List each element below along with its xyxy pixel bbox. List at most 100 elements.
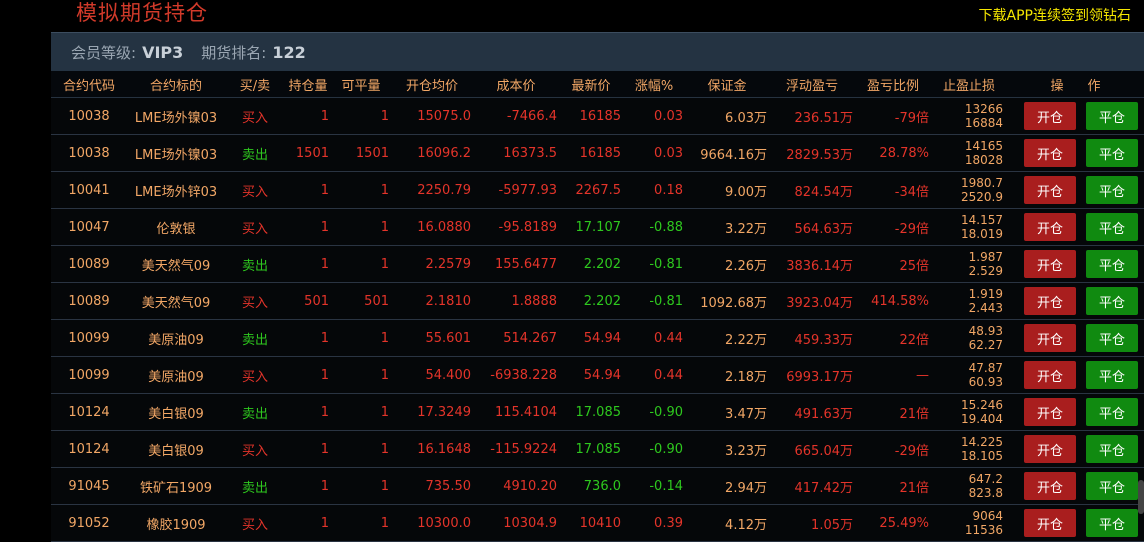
take-profit-value: 1.987: [968, 250, 1003, 264]
open-position-button[interactable]: 开仓: [1024, 139, 1076, 167]
cell-side: 买入: [241, 517, 268, 533]
open-position-button[interactable]: 开仓: [1024, 361, 1076, 389]
positions-table: 合约代码 合约标的 买/卖 持仓量 可平量 开仓均价 成本价 最新价 涨幅% 保…: [51, 71, 1144, 542]
cell-contract-name: 美原油09: [148, 369, 204, 385]
app-download-promo-link[interactable]: 下载APP连续签到领钻石: [979, 5, 1131, 25]
table-row: 91052 橡胶1909 买入 1 1 10300.0 10304.9 10410 0.39 4.…: [51, 505, 1144, 542]
close-position-button[interactable]: 平仓: [1086, 472, 1138, 500]
cell-tp-sl: 14.225 18.105: [931, 435, 1007, 463]
futures-rank-label: 期货排名:: [201, 44, 267, 62]
scrollbar[interactable]: [1138, 480, 1144, 514]
member-info-bar: 会员等级: VIP3 期货排名: 122: [51, 32, 1144, 72]
col-header-action-2: 作: [1087, 78, 1101, 94]
cell-side: 买入: [241, 295, 268, 311]
cell-margin: 6.03万: [725, 110, 767, 126]
cell-hold-qty: 1: [320, 108, 329, 124]
open-position-button[interactable]: 开仓: [1024, 176, 1076, 204]
cell-cost-price: -6938.228: [490, 367, 557, 383]
table-row: 10089 美天然气09 卖出 1 1 2.2579 155.6477 2.202 -0.81 2…: [51, 246, 1144, 283]
close-position-button[interactable]: 平仓: [1086, 361, 1138, 389]
open-position-button[interactable]: 开仓: [1024, 324, 1076, 352]
open-position-button[interactable]: 开仓: [1024, 472, 1076, 500]
open-position-button[interactable]: 开仓: [1024, 287, 1076, 315]
cell-side: 买入: [241, 184, 268, 200]
cell-last-price: 2.202: [583, 293, 621, 309]
close-position-button[interactable]: 平仓: [1086, 139, 1138, 167]
cell-available-qty: 501: [364, 293, 389, 309]
cell-side: 买入: [241, 221, 268, 237]
cell-pl-ratio: -34倍: [894, 184, 929, 200]
cell-open-avg-price: 16096.2: [417, 145, 471, 161]
cell-cost-price: -95.8189: [498, 219, 557, 235]
cell-contract-name: LME场外镍03: [134, 147, 218, 163]
stop-loss-value: 2.529: [968, 264, 1003, 278]
cell-last-price: 2267.5: [575, 182, 622, 198]
close-position-button[interactable]: 平仓: [1086, 250, 1138, 278]
cell-change-pct: -0.90: [649, 404, 683, 420]
cell-margin: 4.12万: [725, 517, 767, 533]
cell-floating-pl: 3836.14万: [786, 258, 853, 274]
open-position-button[interactable]: 开仓: [1024, 213, 1076, 241]
table-row: 10099 美原油09 买入 1 1 54.400 -6938.228 54.94 0.44 2.…: [51, 357, 1144, 394]
cell-last-price: 17.085: [575, 441, 622, 457]
cell-hold-qty: 1: [320, 219, 329, 235]
close-position-button[interactable]: 平仓: [1086, 324, 1138, 352]
cell-floating-pl: 459.33万: [794, 332, 854, 348]
close-position-button[interactable]: 平仓: [1086, 287, 1138, 315]
cell-open-avg-price: 15075.0: [417, 108, 471, 124]
cell-contract-code: 91045: [68, 478, 110, 494]
table-row: 91045 铁矿石1909 卖出 1 1 735.50 4910.20 736.0 -0.14 2…: [51, 468, 1144, 505]
cell-tp-sl: 14165 18028: [931, 139, 1007, 167]
open-position-button[interactable]: 开仓: [1024, 102, 1076, 130]
cell-floating-pl: 665.04万: [794, 443, 854, 459]
col-header-actions: 操 作: [1007, 75, 1144, 94]
close-position-button[interactable]: 平仓: [1086, 509, 1138, 537]
cell-hold-qty: 1: [320, 478, 329, 494]
cell-side: 买入: [241, 369, 268, 385]
cell-contract-code: 10038: [68, 145, 110, 161]
cell-hold-qty: 1: [320, 256, 329, 272]
cell-available-qty: 1: [380, 478, 389, 494]
open-position-button[interactable]: 开仓: [1024, 398, 1076, 426]
cell-open-avg-price: 54.400: [425, 367, 472, 383]
cell-contract-name: LME场外锌03: [134, 184, 218, 200]
table-row: 10047 伦敦银 买入 1 1 16.0880 -95.8189 17.107 -0.88 3.…: [51, 209, 1144, 246]
open-position-button[interactable]: 开仓: [1024, 509, 1076, 537]
page-title: 模拟期货持仓: [76, 1, 208, 25]
open-position-button[interactable]: 开仓: [1024, 435, 1076, 463]
cell-open-avg-price: 10300.0: [417, 515, 471, 531]
open-position-button[interactable]: 开仓: [1024, 250, 1076, 278]
cell-change-pct: -0.14: [649, 478, 683, 494]
cell-actions: 开仓 平仓: [1007, 287, 1144, 315]
cell-contract-code: 10047: [68, 219, 110, 235]
cell-open-avg-price: 16.0880: [417, 219, 471, 235]
cell-last-price: 16185: [579, 108, 621, 124]
cell-cost-price: 155.6477: [494, 256, 557, 272]
cell-change-pct: 0.44: [654, 367, 683, 383]
cell-cost-price: 16373.5: [503, 145, 557, 161]
close-position-button[interactable]: 平仓: [1086, 102, 1138, 130]
cell-contract-code: 10089: [68, 256, 110, 272]
cell-side: 卖出: [241, 258, 268, 274]
cell-tp-sl: 1980.7 2520.9: [931, 176, 1007, 204]
cell-hold-qty: 1: [320, 441, 329, 457]
cell-last-price: 17.107: [575, 219, 622, 235]
cell-change-pct: -0.81: [649, 256, 683, 272]
close-position-button[interactable]: 平仓: [1086, 398, 1138, 426]
cell-tp-sl: 1.987 2.529: [931, 250, 1007, 278]
close-position-button[interactable]: 平仓: [1086, 435, 1138, 463]
cell-actions: 开仓 平仓: [1007, 398, 1144, 426]
cell-contract-code: 10124: [68, 404, 110, 420]
cell-contract-code: 10038: [68, 108, 110, 124]
close-position-button[interactable]: 平仓: [1086, 176, 1138, 204]
cell-tp-sl: 14.157 18.019: [931, 213, 1007, 241]
stop-loss-value: 62.27: [968, 338, 1003, 352]
cell-pl-ratio: 22倍: [899, 332, 929, 348]
cell-margin: 2.22万: [725, 332, 767, 348]
col-header-tp-sl: 止盈止损: [942, 78, 995, 94]
close-position-button[interactable]: 平仓: [1086, 213, 1138, 241]
cell-contract-name: 橡胶1909: [146, 517, 206, 533]
cell-contract-name: 伦敦银: [156, 221, 196, 237]
futures-rank-value: 122: [272, 43, 306, 62]
col-header-side: 买/卖: [239, 78, 271, 94]
